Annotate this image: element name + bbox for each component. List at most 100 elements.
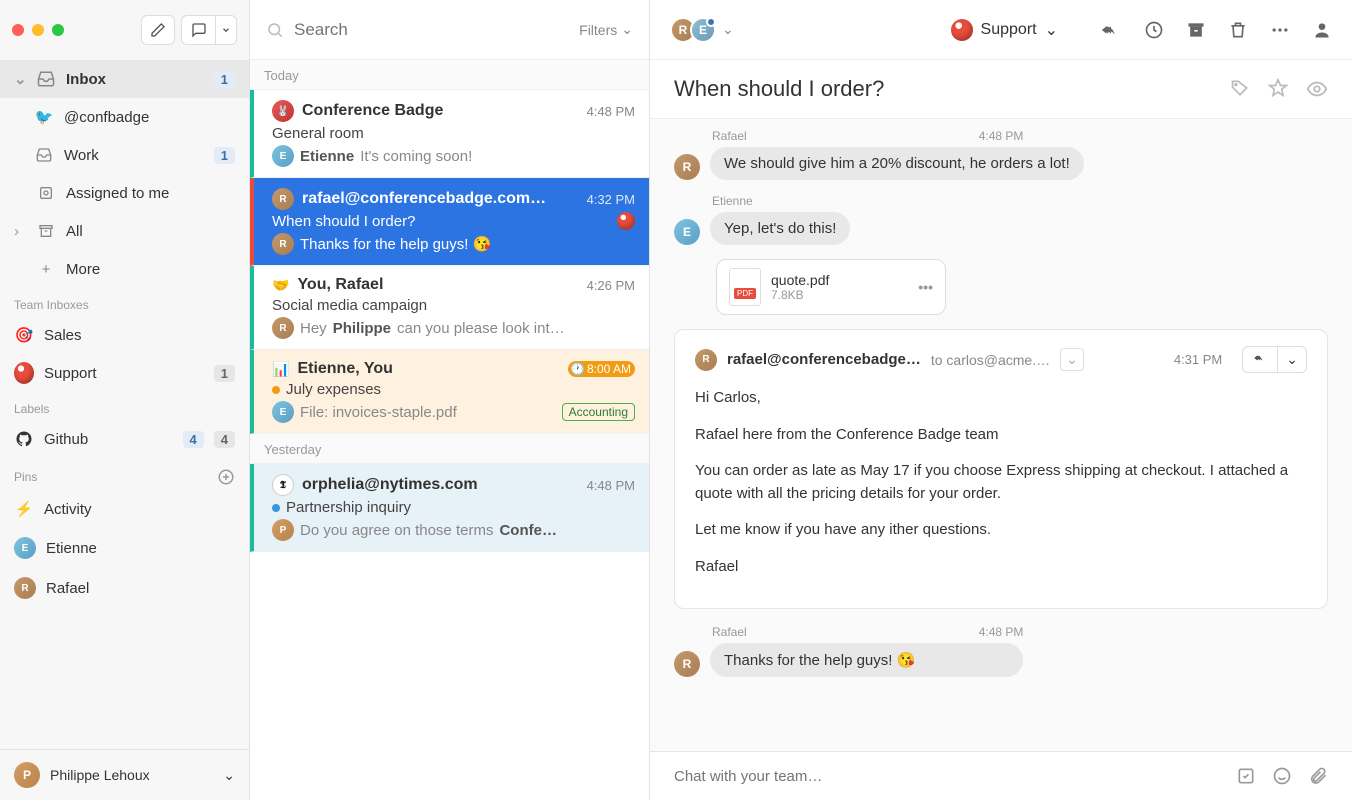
emoji-icon[interactable] — [1272, 766, 1292, 786]
avatar: P — [272, 519, 294, 541]
chevron-down-icon[interactable]: ⌄ — [1278, 347, 1306, 372]
msg-subject: When should I order? — [272, 213, 635, 230]
notification-dot — [706, 17, 716, 27]
message-item[interactable]: 🐰 Conference Badge 4:48 PM General room … — [250, 90, 649, 178]
email-paragraph: Let me know if you have any ither questi… — [695, 519, 1307, 542]
chat-author: Rafael — [712, 625, 747, 639]
reply-all-icon[interactable] — [1243, 347, 1278, 372]
attachment-card[interactable]: quote.pdf 7.8KB ••• — [716, 259, 946, 315]
star-icon[interactable] — [1268, 78, 1288, 100]
msg-preview-pre: Do you agree on those terms — [300, 522, 493, 539]
expand-recipients[interactable]: ⌄ — [1060, 348, 1084, 371]
chat-button[interactable] — [181, 15, 215, 45]
msg-preview-bold: Confe… — [499, 522, 557, 539]
chevron-down-icon: ⌄ — [621, 21, 633, 38]
chat-bubble: Yep, let's do this! — [710, 212, 850, 245]
user-switcher[interactable]: P Philippe Lehoux ⌄ — [0, 749, 249, 800]
avatar: R — [674, 154, 700, 180]
nav-github[interactable]: Github 4 4 — [0, 420, 249, 458]
add-pin-button[interactable] — [217, 468, 235, 486]
chat-author: Rafael — [712, 129, 747, 143]
nav-label: Sales — [44, 327, 235, 344]
message-list: Filters ⌄ Today 🐰 Conference Badge 4:48 … — [250, 0, 650, 800]
email-card: R rafael@conferencebadge… to carlos@acme… — [674, 329, 1328, 609]
chevron-down-icon[interactable]: ⌄ — [722, 21, 734, 38]
archive-icon[interactable] — [1186, 20, 1206, 40]
watch-icon[interactable] — [1306, 78, 1328, 100]
nav-label: Github — [44, 431, 173, 448]
msg-preview: It's coming soon! — [360, 148, 472, 165]
compose-button[interactable] — [141, 15, 175, 45]
clock-icon[interactable] — [1144, 20, 1164, 40]
archive-icon — [36, 221, 56, 241]
nav-support[interactable]: Support 1 — [0, 354, 249, 392]
nav-pin-etienne[interactable]: E Etienne — [0, 528, 249, 568]
nav-pin-rafael[interactable]: R Rafael — [0, 568, 249, 608]
chat-bubble: We should give him a 20% discount, he or… — [710, 147, 1084, 180]
thread[interactable]: R Rafael 4:48 PM We should give him a 20%… — [650, 119, 1352, 751]
nav-all[interactable]: › All — [0, 212, 249, 250]
work-badge: 1 — [214, 147, 235, 164]
reply-button[interactable]: ⌄ — [1242, 346, 1307, 373]
maximize-window[interactable] — [52, 24, 64, 36]
more-icon[interactable] — [1270, 20, 1290, 40]
avatar: R — [272, 188, 294, 210]
msg-subject: July expenses — [286, 381, 381, 398]
chat-dropdown[interactable] — [215, 15, 237, 45]
compose-input[interactable] — [674, 768, 1222, 785]
unread-dot — [272, 504, 280, 512]
inbox-name: Support — [981, 21, 1037, 39]
reply-all-icon[interactable] — [1100, 19, 1122, 41]
nav-label: Etienne — [46, 540, 235, 557]
section-labels: Labels — [0, 392, 249, 420]
nav-sales[interactable]: 🎯 Sales — [0, 316, 249, 354]
nav-assigned[interactable]: Assigned to me — [0, 174, 249, 212]
message-item[interactable]: 🤝 You, Rafael 4:26 PM Social media campa… — [250, 266, 649, 350]
chat-author: Etienne — [712, 194, 753, 208]
email-from: rafael@conferencebadge… — [727, 351, 921, 368]
chat-time: 4:48 PM — [979, 129, 1024, 143]
msg-from: orphelia@nytimes.com — [302, 476, 579, 494]
nav-inbox[interactable]: ⌄ Inbox 1 — [0, 60, 249, 98]
support-icon — [951, 19, 973, 41]
msg-time: 4:48 PM — [587, 104, 635, 119]
lightning-icon: ⚡ — [14, 499, 34, 519]
attachment-size: 7.8KB — [771, 288, 908, 302]
email-to: to carlos@acme.… — [931, 352, 1050, 368]
chat-bubble: Thanks for the help guys! 😘 — [710, 643, 1023, 677]
email-paragraph: Rafael — [695, 556, 1307, 579]
nav-confbadge[interactable]: 🐦 @confbadge — [0, 98, 249, 136]
filters-label: Filters — [579, 22, 617, 38]
inbox-selector[interactable]: Support ⌄ — [951, 19, 1058, 41]
group-today: Today — [250, 60, 649, 90]
inbox-icon — [34, 145, 54, 165]
nav-label: All — [66, 223, 235, 240]
nav-activity[interactable]: ⚡ Activity — [0, 490, 249, 528]
minimize-window[interactable] — [32, 24, 44, 36]
trash-icon[interactable] — [1228, 20, 1248, 40]
avatar: 𝕿 — [272, 474, 294, 496]
task-icon[interactable] — [1236, 766, 1256, 786]
search-input[interactable] — [294, 20, 569, 40]
nav-label: @confbadge — [64, 109, 235, 126]
email-time: 4:31 PM — [1174, 352, 1222, 367]
message-item-selected[interactable]: R rafael@conferencebadge.com… 4:32 PM Wh… — [250, 178, 649, 266]
close-window[interactable] — [12, 24, 24, 36]
handshake-icon: 🤝 — [272, 277, 289, 294]
avatar: R — [695, 349, 717, 371]
message-item[interactable]: 𝕿 orphelia@nytimes.com 4:48 PM Partnersh… — [250, 464, 649, 552]
message-item[interactable]: 📊 Etienne, You 🕐 8:00 AM July expenses E… — [250, 350, 649, 434]
inbox-icon — [36, 69, 56, 89]
tag-icon[interactable] — [1230, 78, 1250, 100]
nav-work[interactable]: Work 1 — [0, 136, 249, 174]
msg-subject: Social media campaign — [272, 297, 635, 314]
assignees[interactable]: R E ⌄ — [670, 17, 734, 43]
user-icon[interactable] — [1312, 20, 1332, 40]
more-icon[interactable]: ••• — [918, 279, 933, 295]
attachment-icon[interactable] — [1308, 766, 1328, 786]
subject-row: When should I order? — [650, 60, 1352, 119]
filters-button[interactable]: Filters ⌄ — [579, 21, 633, 38]
msg-time: 4:26 PM — [587, 278, 635, 293]
nav-more[interactable]: + More — [0, 250, 249, 288]
search-bar: Filters ⌄ — [250, 0, 649, 60]
